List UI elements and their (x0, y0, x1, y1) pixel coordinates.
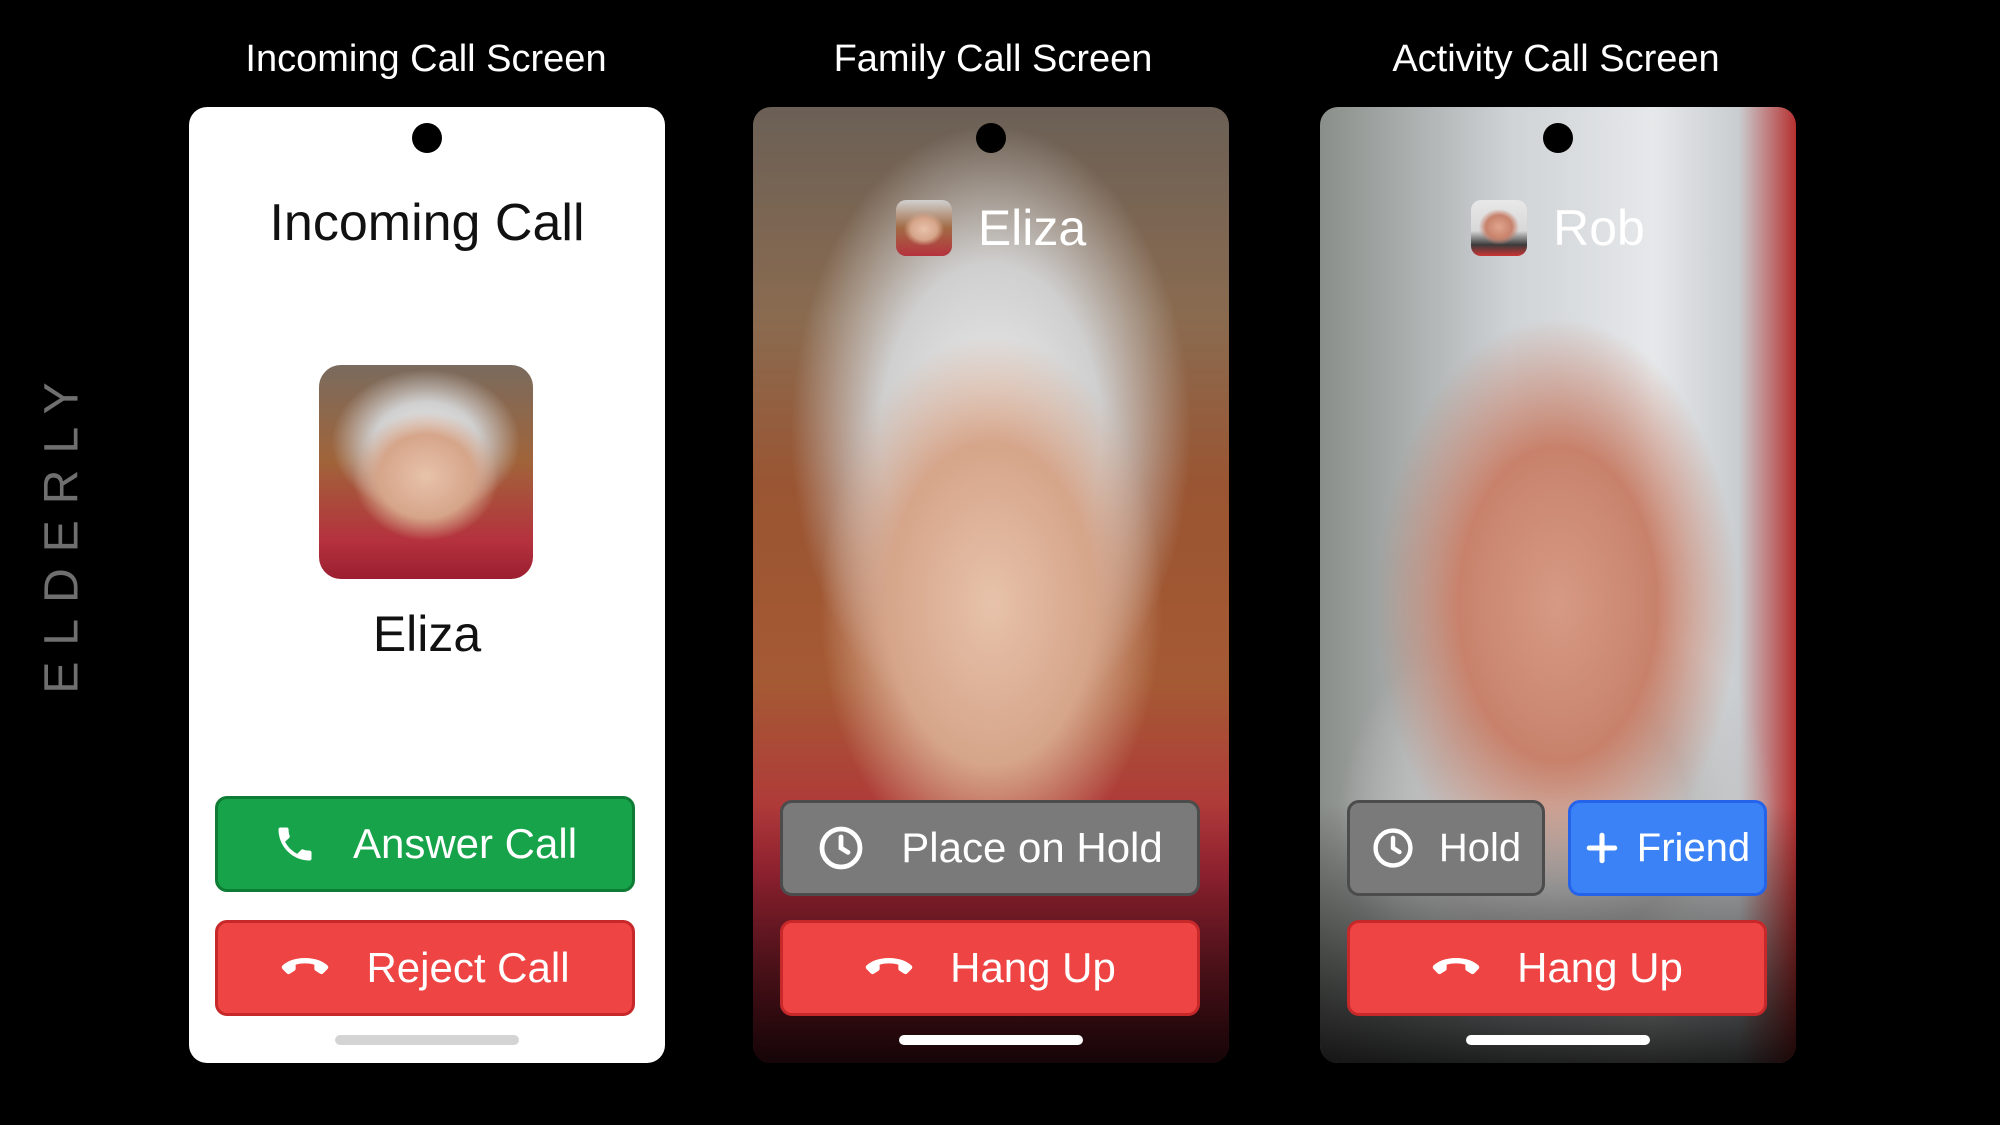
phone-icon (273, 822, 317, 866)
phone-hangup-icon (1431, 953, 1481, 983)
caller-name: Rob (1553, 199, 1645, 256)
add-friend-button[interactable]: Friend (1568, 800, 1767, 896)
caller-header: Eliza (753, 195, 1229, 257)
caller-avatar-small (895, 199, 952, 256)
reject-call-label: Reject Call (366, 944, 570, 991)
camera-notch (1543, 123, 1573, 153)
plus-icon (1585, 831, 1619, 865)
answer-call-label: Answer Call (352, 820, 578, 867)
clock-icon (817, 824, 865, 872)
side-label: ELDERLY (35, 366, 89, 694)
caller-header: Rob (1320, 195, 1796, 257)
home-indicator[interactable] (1466, 1035, 1650, 1045)
activity-call-phone: Rob Hold Friend Hang Up (1320, 107, 1796, 1063)
camera-notch (412, 123, 442, 153)
friend-label: Friend (1636, 825, 1751, 870)
hang-up-button[interactable]: Hang Up (780, 920, 1200, 1016)
place-on-hold-button[interactable]: Place on Hold (780, 800, 1200, 896)
home-indicator[interactable] (335, 1035, 519, 1045)
camera-notch (976, 123, 1006, 153)
hold-label: Hold (1438, 825, 1522, 870)
caller-name: Eliza (372, 606, 482, 662)
incoming-call-heading: Incoming Call (269, 194, 585, 252)
incoming-call-phone: Incoming Call Eliza Answer Call Reject C… (189, 107, 665, 1063)
phone-hangup-icon (864, 953, 914, 983)
hang-up-label: Hang Up (1517, 944, 1683, 991)
hold-button[interactable]: Hold (1347, 800, 1545, 896)
caller-name: Eliza (977, 199, 1087, 256)
home-indicator[interactable] (899, 1035, 1083, 1045)
caller-avatar (319, 365, 533, 579)
hang-up-button[interactable]: Hang Up (1347, 920, 1767, 1016)
hang-up-label: Hang Up (950, 944, 1116, 991)
clock-icon (1371, 826, 1415, 870)
phone-hangup-icon (280, 953, 330, 983)
family-call-phone: Eliza Place on Hold Hang Up (753, 107, 1229, 1063)
activity-screen-title: Activity Call Screen (1392, 38, 1720, 80)
family-screen-title: Family Call Screen (833, 38, 1153, 80)
answer-call-button[interactable]: Answer Call (215, 796, 635, 892)
place-on-hold-label: Place on Hold (901, 824, 1163, 871)
reject-call-button[interactable]: Reject Call (215, 920, 635, 1016)
incoming-screen-title: Incoming Call Screen (245, 38, 607, 80)
caller-avatar-small (1471, 199, 1528, 256)
